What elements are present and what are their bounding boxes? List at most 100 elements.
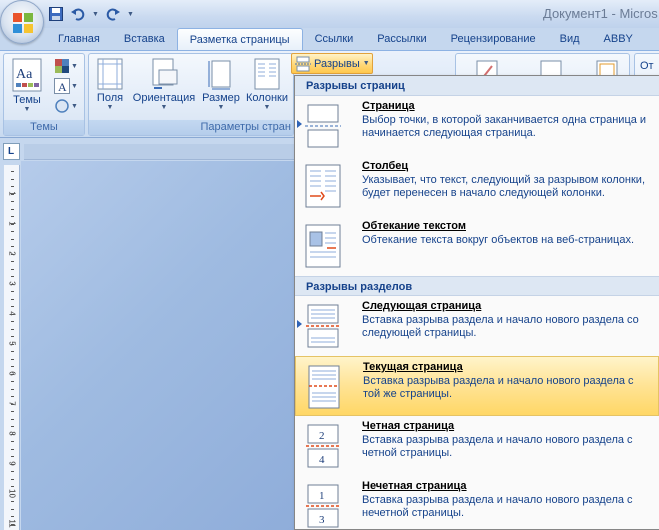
columns-button[interactable]: Колонки ▼ xyxy=(243,58,291,111)
menu-item-description: Вставка разрыва раздела и начало нового … xyxy=(363,375,634,400)
menu-item-title: Нечетная страница xyxy=(362,480,467,492)
undo-icon[interactable] xyxy=(70,6,86,22)
vertical-ruler-tick xyxy=(11,411,14,412)
vertical-ruler-tick xyxy=(11,321,14,322)
vertical-ruler-tick xyxy=(11,471,14,472)
pointer-icon xyxy=(297,120,302,128)
tab-references[interactable]: Ссылки xyxy=(303,28,366,50)
size-icon xyxy=(208,60,231,90)
menu-item-next-page[interactable]: Следующая страница Вставка разрыва разде… xyxy=(295,296,659,356)
menu-item-text-wrapping[interactable]: Обтекание текстом Обтекание текста вокру… xyxy=(295,216,659,276)
save-icon[interactable] xyxy=(48,6,64,22)
column-break-icon xyxy=(305,164,341,208)
office-logo-icon xyxy=(13,13,33,33)
vertical-ruler-tick xyxy=(11,216,14,217)
tab-view[interactable]: Вид xyxy=(548,28,592,50)
customize-qat-icon[interactable]: ▼ xyxy=(127,11,134,18)
themes-dropdown-icon: ▼ xyxy=(23,106,31,113)
theme-fonts-button[interactable]: A ▼ xyxy=(54,78,78,94)
vertical-ruler-tick xyxy=(11,268,14,270)
even-page-break-icon: 2 4 xyxy=(306,424,340,468)
menu-item-title: Страница xyxy=(362,100,415,112)
office-button[interactable] xyxy=(0,0,44,44)
orientation-button-label: Ориентация xyxy=(132,92,196,104)
menu-item-continuous[interactable]: Текущая страница Вставка разрыва раздела… xyxy=(295,356,659,416)
vertical-ruler-tick xyxy=(11,231,14,232)
columns-icon xyxy=(254,58,280,90)
margins-icon xyxy=(97,58,123,90)
menu-item-description: Вставка разрыва раздела и начало нового … xyxy=(362,494,633,519)
vertical-ruler-tick xyxy=(11,291,14,292)
vertical-ruler-tick xyxy=(11,463,14,465)
themes-button[interactable]: Aa Темы ▼ xyxy=(10,58,44,113)
theme-colors-button[interactable]: ▼ xyxy=(54,58,78,74)
tab-selector[interactable]: L xyxy=(3,143,20,160)
undo-dropdown-icon[interactable]: ▼ xyxy=(92,11,99,18)
vertical-ruler-tick xyxy=(11,381,14,382)
theme-effects-button[interactable]: ▼ xyxy=(54,98,78,114)
vertical-ruler-tick xyxy=(11,313,14,315)
size-button-label: Размер xyxy=(202,92,240,104)
vertical-ruler-tick xyxy=(11,201,14,202)
menu-item-title: Текущая страница xyxy=(363,361,463,373)
columns-button-label: Колонки xyxy=(246,92,288,104)
odd-page-number-1: 1 xyxy=(319,490,325,502)
vertical-ruler-tick xyxy=(11,426,14,427)
margins-button[interactable]: Поля ▼ xyxy=(94,58,126,111)
themes-icon: Aa xyxy=(12,58,42,92)
text-wrapping-icon xyxy=(305,224,341,268)
breaks-button-label: Разрывы xyxy=(314,57,360,70)
vertical-ruler-tick xyxy=(11,441,14,442)
menu-item-description: Выбор точки, в которой заканчивается одн… xyxy=(362,114,647,139)
orientation-icon xyxy=(152,58,178,89)
vertical-ruler-tick xyxy=(11,238,14,240)
tab-insert[interactable]: Вставка xyxy=(112,28,177,50)
vertical-ruler-tick xyxy=(11,328,14,330)
size-button[interactable]: Размер ▼ xyxy=(201,58,241,111)
vertical-ruler-tick xyxy=(11,448,14,450)
vertical-ruler-tick xyxy=(11,178,14,180)
svg-text:A: A xyxy=(58,80,67,94)
themes-group-label: Темы xyxy=(4,120,84,135)
menu-item-odd-page[interactable]: 1 3 Нечетная страница Вставка разрыва ра… xyxy=(295,476,659,530)
vertical-ruler-tick xyxy=(11,523,14,525)
document-workspace[interactable] xyxy=(21,161,296,530)
menu-item-even-page[interactable]: 2 4 Четная страница Вставка разрыва разд… xyxy=(295,416,659,476)
page-setup-group: Поля ▼ Ориентация ▼ Размер ▼ Колонки ▼ П… xyxy=(88,53,294,136)
vertical-ruler-tick xyxy=(11,261,14,262)
vertical-ruler-tick xyxy=(11,396,14,397)
tab-mailings[interactable]: Рассылки xyxy=(365,28,438,50)
menu-item-title: Четная страница xyxy=(362,420,455,432)
vertical-ruler-tick xyxy=(11,336,14,337)
vertical-ruler-tick xyxy=(11,283,14,285)
vertical-ruler-tick xyxy=(11,486,14,487)
vertical-ruler[interactable]: 11234567891011 xyxy=(4,165,20,530)
vertical-ruler-tick xyxy=(11,456,14,457)
breaks-dropdown-icon: ▼ xyxy=(362,60,370,67)
vertical-ruler-tick xyxy=(11,478,14,480)
pointer-icon xyxy=(297,320,302,328)
tab-home[interactable]: Главная xyxy=(46,28,112,50)
menu-item-page-break[interactable]: Страница Выбор точки, в которой заканчив… xyxy=(295,96,659,156)
vertical-ruler-tick xyxy=(11,508,14,510)
breaks-icon xyxy=(295,56,311,71)
vertical-ruler-tick xyxy=(11,493,14,495)
even-page-number-2: 2 xyxy=(319,430,325,442)
breaks-button[interactable]: Разрывы ▼ xyxy=(291,53,373,74)
horizontal-ruler[interactable] xyxy=(24,144,296,160)
menu-item-description: Указывает, что текст, следующий за разры… xyxy=(362,174,646,199)
tab-page-layout[interactable]: Разметка страницы xyxy=(176,28,303,50)
redo-icon[interactable] xyxy=(105,6,121,22)
tab-selector-glyph: L xyxy=(8,146,15,157)
vertical-ruler-tick xyxy=(11,193,14,195)
page-setup-group-label: Параметры стран xyxy=(89,120,293,135)
orientation-button[interactable]: Ориентация ▼ xyxy=(131,58,197,111)
page-break-icon xyxy=(305,104,341,148)
menu-item-column-break[interactable]: Столбец Указывает, что текст, следующий … xyxy=(295,156,659,216)
vertical-ruler-tick xyxy=(11,373,14,375)
page-breaks-header: Разрывы страниц xyxy=(295,76,659,96)
tab-review[interactable]: Рецензирование xyxy=(439,28,548,50)
vertical-ruler-tick xyxy=(11,433,14,435)
odd-page-number-3: 3 xyxy=(319,514,325,526)
tab-abbyy[interactable]: ABBY xyxy=(592,28,645,50)
